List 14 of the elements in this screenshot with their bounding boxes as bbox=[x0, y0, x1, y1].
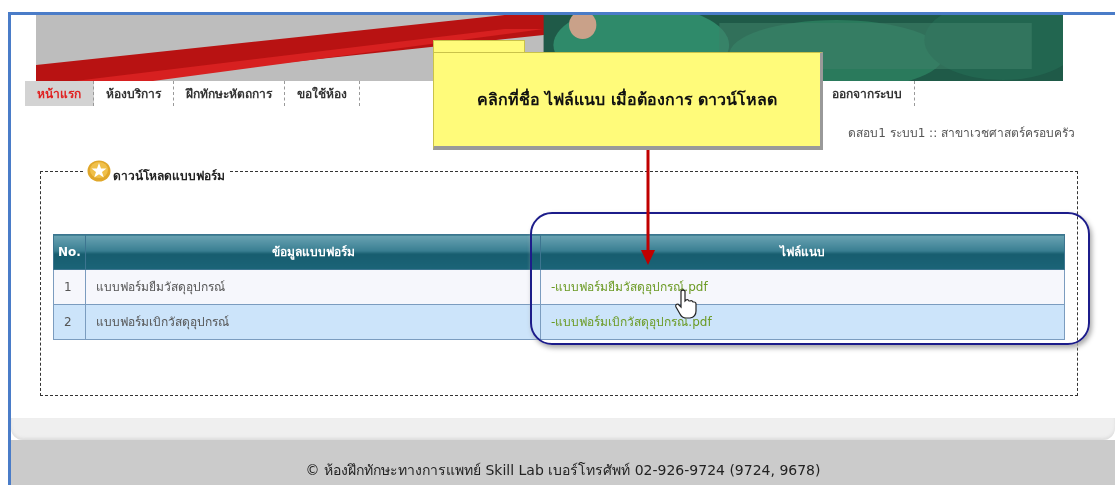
panel-title: ดาวน์โหลดแบบฟอร์ม bbox=[113, 170, 225, 182]
column-header: ข้อมูลแบบฟอร์ม bbox=[85, 234, 541, 270]
menu-item[interactable]: ห้องบริการ bbox=[94, 81, 174, 106]
breadcrumb: ดสอบ1 ระบบ1 :: สาขาเวชศาสตร์ครอบครัว bbox=[848, 125, 1075, 142]
footer-text: © ห้องฝึกทักษะทางการแพทย์ Skill Lab เบอร์โทรศัพท์ 02-926-9724 (9724, 9678) bbox=[305, 461, 821, 480]
column-header: No. bbox=[53, 234, 86, 270]
table-cell: แบบฟอร์มเบิกวัสดุอุปกรณ์ bbox=[85, 304, 541, 340]
callout-text: คลิกที่ชื่อ ไฟล์แนบ เมื่อต้องการ ดาวน์โหลด bbox=[476, 87, 778, 111]
table-cell: 1 bbox=[53, 269, 86, 305]
table-cell: แบบฟอร์มยืมวัสดุอุปกรณ์ bbox=[85, 269, 541, 305]
column-header: ไฟล์แนบ bbox=[540, 234, 1065, 270]
table-cell: 2 bbox=[53, 304, 86, 340]
menu-item[interactable]: ขอใช้ห้อง bbox=[285, 81, 360, 106]
menu-item[interactable]: ฝึกทักษะหัตถการ bbox=[174, 81, 285, 106]
